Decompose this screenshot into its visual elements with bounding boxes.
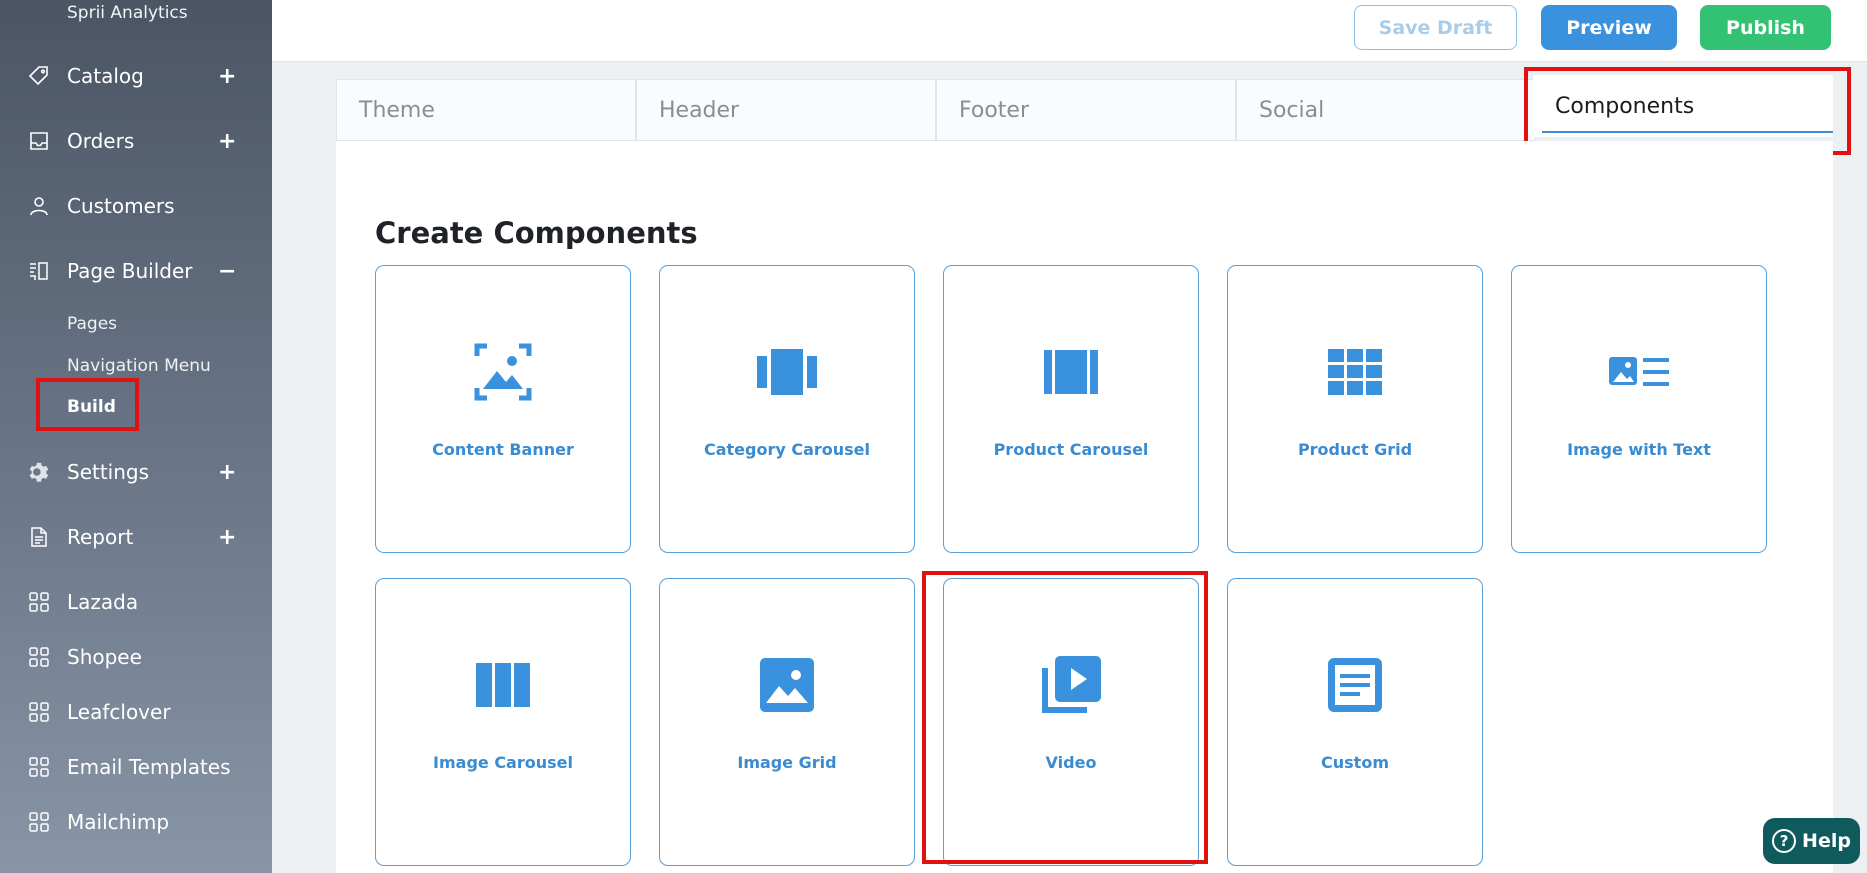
highlight-box-build — [36, 378, 139, 431]
sidebar-subitem-navigation-menu[interactable]: Navigation Menu — [67, 356, 211, 376]
component-card-content-banner[interactable]: Content Banner — [375, 265, 631, 553]
tag-icon — [26, 63, 52, 89]
help-button[interactable]: ? Help — [1763, 818, 1860, 864]
image-frame-icon — [376, 341, 630, 403]
expand-icon[interactable]: + — [218, 129, 236, 154]
collapse-icon[interactable]: − — [218, 259, 236, 284]
carousel-icon — [660, 341, 914, 403]
tab-footer[interactable]: Footer — [936, 79, 1236, 141]
component-card-custom[interactable]: Custom — [1227, 578, 1483, 866]
image-icon — [660, 654, 914, 716]
grid-icon — [26, 589, 52, 615]
grid-icon — [26, 699, 52, 725]
document-icon — [26, 524, 52, 550]
sidebar-item-email-templates[interactable]: Email Templates — [0, 747, 272, 787]
tab-social[interactable]: Social — [1236, 79, 1536, 141]
product-carousel-icon — [944, 341, 1198, 403]
sidebar-subitem-pages[interactable]: Pages — [67, 314, 117, 334]
tab-theme[interactable]: Theme — [336, 79, 636, 141]
tab-header[interactable]: Header — [636, 79, 936, 141]
sidebar: Sprii Analytics Catalog + Orders + Custo… — [0, 0, 272, 873]
expand-icon[interactable]: + — [218, 460, 236, 485]
save-draft-button[interactable]: Save Draft — [1354, 5, 1517, 50]
page-builder-icon — [26, 258, 52, 284]
component-card-category-carousel[interactable]: Category Carousel — [659, 265, 915, 553]
sidebar-item-mailchimp[interactable]: Mailchimp — [0, 802, 272, 842]
component-card-product-carousel[interactable]: Product Carousel — [943, 265, 1199, 553]
help-icon: ? — [1772, 829, 1797, 853]
sidebar-item-shopee[interactable]: Shopee — [0, 637, 272, 677]
user-icon — [26, 193, 52, 219]
expand-icon[interactable]: + — [218, 64, 236, 89]
top-bar: Save Draft Preview Publish — [272, 0, 1867, 62]
article-icon — [1228, 654, 1482, 716]
grid-icon — [26, 644, 52, 670]
columns-icon — [376, 654, 630, 716]
preview-button[interactable]: Preview — [1541, 5, 1677, 50]
sidebar-item-catalog[interactable]: Catalog + — [0, 56, 272, 96]
sidebar-item-sprii-analytics[interactable]: Sprii Analytics — [67, 3, 188, 23]
highlight-box-video — [922, 571, 1208, 864]
image-text-icon — [1512, 341, 1766, 403]
grid-icon — [1228, 341, 1482, 403]
component-card-image-with-text[interactable]: Image with Text — [1511, 265, 1767, 553]
sidebar-item-lazada[interactable]: Lazada — [0, 582, 272, 622]
publish-button[interactable]: Publish — [1700, 5, 1831, 50]
component-card-image-grid[interactable]: Image Grid — [659, 578, 915, 866]
sidebar-item-leafclover[interactable]: Leafclover — [0, 692, 272, 732]
sidebar-item-settings[interactable]: Settings + — [0, 452, 272, 492]
component-card-image-carousel[interactable]: Image Carousel — [375, 578, 631, 866]
expand-icon[interactable]: + — [218, 525, 236, 550]
sidebar-item-report[interactable]: Report + — [0, 517, 272, 557]
grid-icon — [26, 809, 52, 835]
sidebar-item-page-builder[interactable]: Page Builder − — [0, 251, 272, 291]
grid-icon — [26, 754, 52, 780]
component-card-product-grid[interactable]: Product Grid — [1227, 265, 1483, 553]
page-title: Create Components — [375, 216, 698, 250]
sidebar-item-customers[interactable]: Customers — [0, 186, 272, 226]
gear-icon — [26, 459, 52, 485]
help-label: Help — [1802, 830, 1851, 852]
inbox-icon — [26, 128, 52, 154]
sidebar-item-orders[interactable]: Orders + — [0, 121, 272, 161]
